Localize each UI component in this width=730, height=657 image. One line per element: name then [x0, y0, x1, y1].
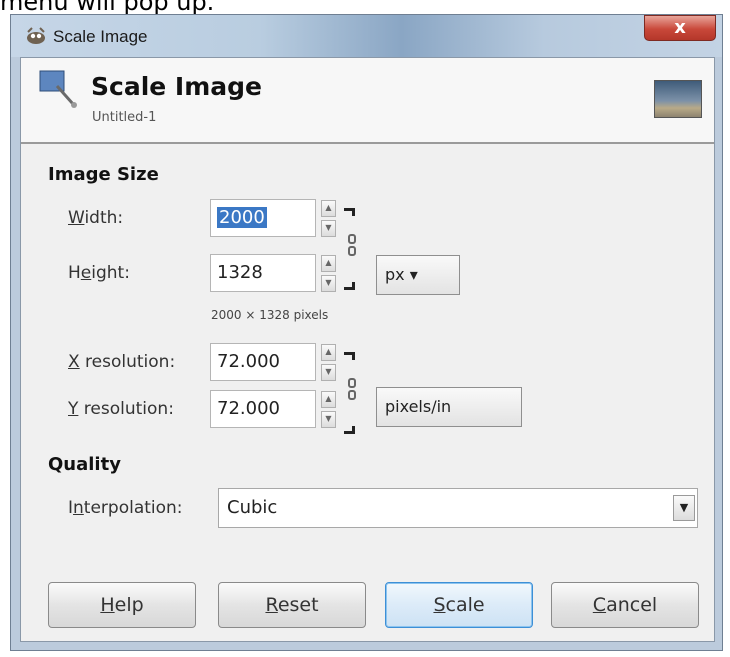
reset-button[interactable]: Reset [218, 582, 366, 628]
spin-up-icon[interactable]: ▲ [321, 255, 336, 272]
interpolation-label-rest: terpolation: [83, 498, 183, 518]
chevron-down-icon: ▾ [409, 265, 418, 284]
spin-down-icon[interactable]: ▼ [321, 220, 336, 237]
x-resolution-mnemonic: X [68, 352, 80, 372]
x-resolution-rest: resolution: [79, 352, 176, 372]
interpolation-select[interactable]: Cubic ▼ [218, 488, 698, 528]
y-resolution-value: 72.000 [217, 398, 280, 419]
chain-link [348, 246, 356, 256]
image-size-heading: Image Size [48, 164, 159, 185]
spin-up-icon[interactable]: ▲ [321, 200, 336, 217]
reset-label-rest: eset [277, 594, 319, 616]
chain-link [348, 234, 356, 244]
x-resolution-label: X resolution: [68, 352, 175, 372]
chain-link [348, 378, 356, 388]
width-label-rest: idth: [84, 208, 124, 228]
chain-bracket-top [344, 352, 355, 360]
title-bar[interactable]: Scale Image x [11, 15, 722, 57]
cancel-label-rest: ancel [606, 594, 658, 616]
height-label-mnemonic: e [80, 263, 92, 283]
height-label-start: H [68, 263, 81, 283]
spin-up-icon[interactable]: ▲ [321, 344, 336, 361]
height-value: 1328 [217, 262, 263, 283]
resolution-chain-icon[interactable] [344, 352, 360, 434]
scale-image-dialog: Scale Image x Scale Image Untitled-1 Ima… [10, 14, 723, 651]
pixel-dimensions: 2000 × 1328 pixels [211, 308, 329, 322]
height-label-rest: ight: [91, 263, 130, 283]
image-thumbnail [654, 80, 702, 118]
height-spinner[interactable]: ▲ ▼ [321, 255, 336, 292]
y-resolution-mnemonic: Y [68, 399, 79, 419]
image-name: Untitled-1 [92, 110, 157, 125]
chevron-down-icon[interactable]: ▼ [673, 495, 695, 521]
close-icon: x [674, 17, 686, 38]
spin-up-icon[interactable]: ▲ [321, 391, 336, 408]
height-label: Height: [68, 263, 130, 283]
scale-image-icon [39, 70, 77, 108]
chain-link [348, 390, 356, 400]
help-mnemonic: H [100, 594, 115, 616]
chain-bracket-bottom [344, 426, 355, 434]
reset-mnemonic: R [265, 594, 278, 616]
y-resolution-rest: resolution: [78, 399, 174, 419]
interpolation-label-mnemonic: n [73, 498, 84, 518]
x-resolution-value: 72.000 [217, 351, 280, 372]
width-label-mnemonic: W [68, 208, 85, 228]
close-button[interactable]: x [644, 15, 716, 41]
y-resolution-spinner[interactable]: ▲ ▼ [321, 391, 336, 428]
dialog-heading: Scale Image [91, 72, 262, 101]
unit-select[interactable]: px ▾ [376, 255, 460, 295]
width-spinner[interactable]: ▲ ▼ [321, 200, 336, 237]
interpolation-value: Cubic [227, 497, 278, 518]
window-title: Scale Image [53, 27, 148, 46]
cancel-mnemonic: C [592, 594, 607, 616]
spin-down-icon[interactable]: ▼ [321, 275, 336, 292]
cancel-button[interactable]: Cancel [551, 582, 699, 628]
y-resolution-label: Y resolution: [68, 399, 174, 419]
height-input[interactable]: 1328 [210, 254, 316, 292]
dialog-body: Scale Image Untitled-1 Image Size Width:… [20, 57, 715, 642]
y-resolution-input[interactable]: 72.000 [210, 390, 316, 428]
x-resolution-spinner[interactable]: ▲ ▼ [321, 344, 336, 381]
width-value: 2000 [217, 207, 267, 228]
scale-label-rest: cale [445, 594, 485, 616]
quality-heading: Quality [48, 454, 121, 475]
gimp-icon [27, 27, 45, 44]
help-label-rest: elp [114, 594, 144, 616]
spin-down-icon[interactable]: ▼ [321, 411, 336, 428]
unit-value: px [385, 265, 405, 284]
width-label: Width: [68, 208, 123, 228]
chain-bracket-bottom [344, 282, 355, 290]
scale-mnemonic: S [433, 594, 446, 616]
chain-bracket-top [344, 208, 355, 216]
resolution-unit-value: pixels/in [385, 397, 452, 416]
dialog-header: Scale Image Untitled-1 [21, 58, 714, 144]
resolution-unit-select[interactable]: pixels/in [376, 387, 522, 427]
spin-down-icon[interactable]: ▼ [321, 364, 336, 381]
help-button[interactable]: Help [48, 582, 196, 628]
size-chain-icon[interactable] [344, 208, 360, 290]
scale-button[interactable]: Scale [385, 582, 533, 628]
x-resolution-input[interactable]: 72.000 [210, 343, 316, 381]
width-input[interactable]: 2000 [210, 199, 316, 237]
interpolation-label: Interpolation: [68, 498, 183, 518]
